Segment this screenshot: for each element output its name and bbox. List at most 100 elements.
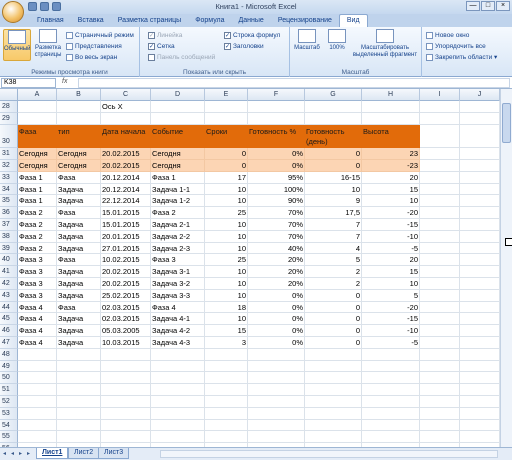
office-button[interactable] bbox=[2, 1, 24, 23]
cell[interactable] bbox=[460, 301, 500, 314]
cell[interactable] bbox=[151, 348, 205, 361]
cell[interactable]: 40% bbox=[248, 242, 305, 255]
cell[interactable] bbox=[420, 289, 460, 302]
cell[interactable]: 02.03.2015 bbox=[101, 301, 151, 314]
cell[interactable] bbox=[460, 112, 500, 125]
cell[interactable]: Задача 2-3 bbox=[151, 242, 205, 255]
cell[interactable]: Фаза 2 bbox=[18, 242, 57, 255]
cell[interactable]: 16-15 bbox=[305, 171, 362, 184]
cell[interactable]: 5 bbox=[305, 254, 362, 267]
column-header-B[interactable]: B bbox=[57, 89, 101, 101]
cell[interactable] bbox=[420, 407, 460, 420]
cell[interactable] bbox=[420, 124, 460, 149]
select-all-corner[interactable] bbox=[0, 89, 18, 101]
cell[interactable]: 15 bbox=[205, 325, 248, 337]
cell[interactable]: Фаза bbox=[57, 301, 101, 314]
function-icon[interactable]: fx bbox=[62, 78, 67, 85]
cell[interactable]: Фаза 4 bbox=[18, 313, 57, 326]
cell[interactable] bbox=[460, 337, 500, 349]
cell[interactable]: 17 bbox=[205, 171, 248, 184]
cell[interactable] bbox=[18, 396, 57, 408]
cell[interactable] bbox=[101, 348, 151, 361]
row-header[interactable]: 43 bbox=[0, 289, 18, 302]
cell[interactable]: 20.02.2015 bbox=[101, 266, 151, 278]
cell[interactable]: 0 bbox=[305, 337, 362, 349]
cell[interactable]: Фаза 2 bbox=[151, 207, 205, 219]
cell[interactable]: 0 bbox=[305, 160, 362, 172]
cell[interactable] bbox=[420, 419, 460, 432]
cell[interactable] bbox=[420, 171, 460, 184]
cell[interactable]: 10.02.2015 bbox=[101, 254, 151, 267]
cell[interactable] bbox=[362, 396, 420, 408]
cell[interactable] bbox=[362, 101, 420, 113]
cell[interactable] bbox=[420, 230, 460, 243]
tab-2[interactable]: Разметка страницы bbox=[111, 14, 189, 27]
cell[interactable] bbox=[18, 372, 57, 385]
row-header[interactable]: 41 bbox=[0, 266, 18, 278]
cell[interactable]: Фаза 3 bbox=[18, 266, 57, 278]
cell[interactable]: 25.02.2015 bbox=[101, 289, 151, 302]
cell[interactable] bbox=[460, 384, 500, 396]
cell[interactable]: 05.03.2005 bbox=[101, 325, 151, 337]
cell[interactable] bbox=[205, 431, 248, 444]
horizontal-scrollbar[interactable] bbox=[160, 450, 498, 458]
cell[interactable]: 20.12.2014 bbox=[101, 183, 151, 196]
cell[interactable] bbox=[248, 372, 305, 385]
row-header[interactable]: 46 bbox=[0, 325, 18, 337]
cell[interactable]: 20.02.2015 bbox=[101, 160, 151, 172]
cell[interactable] bbox=[18, 384, 57, 396]
tab-3[interactable]: Формула bbox=[188, 14, 231, 27]
cell[interactable] bbox=[460, 101, 500, 113]
cell[interactable]: 18 bbox=[205, 301, 248, 314]
cell[interactable] bbox=[305, 384, 362, 396]
sheet-tab-1[interactable]: Лист1 bbox=[36, 448, 69, 459]
cell[interactable]: 4 bbox=[305, 242, 362, 255]
cell[interactable] bbox=[420, 396, 460, 408]
cell[interactable] bbox=[151, 101, 205, 113]
cell[interactable] bbox=[420, 278, 460, 290]
cell[interactable]: Задача bbox=[57, 313, 101, 326]
cell[interactable] bbox=[205, 419, 248, 432]
cell[interactable] bbox=[151, 372, 205, 385]
presentations-button[interactable]: Представления bbox=[66, 41, 122, 51]
cell[interactable] bbox=[460, 266, 500, 278]
row-header[interactable]: 55 bbox=[0, 431, 18, 444]
cell[interactable]: -15 bbox=[362, 313, 420, 326]
cell[interactable]: 0% bbox=[248, 337, 305, 349]
prev-sheet-icon[interactable]: ◂ bbox=[11, 450, 14, 457]
cell[interactable]: Готовность (день) bbox=[305, 124, 362, 149]
cell[interactable]: 20.02.2015 bbox=[101, 278, 151, 290]
first-sheet-icon[interactable]: ◂ bbox=[3, 450, 6, 457]
row-header[interactable]: 48 bbox=[0, 348, 18, 361]
cell[interactable]: 0 bbox=[305, 301, 362, 314]
cell[interactable] bbox=[101, 431, 151, 444]
cell[interactable]: Фаза 2 bbox=[18, 230, 57, 243]
cell[interactable]: Задача 3-2 bbox=[151, 278, 205, 290]
row-header[interactable]: 33 bbox=[0, 171, 18, 184]
close-button[interactable]: × bbox=[496, 1, 510, 11]
zoom-100-button[interactable]: 100% bbox=[324, 29, 350, 61]
cell[interactable] bbox=[420, 242, 460, 255]
column-header-D[interactable]: D bbox=[151, 89, 205, 101]
vertical-scrollbar[interactable] bbox=[500, 89, 512, 447]
cell[interactable]: Сегодня bbox=[151, 160, 205, 172]
cell[interactable]: Фаза 3 bbox=[18, 289, 57, 302]
cell[interactable]: 20% bbox=[248, 266, 305, 278]
arrange-all-button[interactable]: Упорядочить все bbox=[426, 41, 486, 51]
headings-checkbox[interactable]: ✓ Заголовки bbox=[224, 41, 264, 51]
cell[interactable] bbox=[420, 313, 460, 326]
cell[interactable] bbox=[151, 112, 205, 125]
cell[interactable] bbox=[305, 101, 362, 113]
cell[interactable]: 7 bbox=[305, 230, 362, 243]
name-box[interactable]: K38 bbox=[1, 78, 56, 88]
full-screen-button[interactable]: Во весь экран bbox=[66, 52, 117, 62]
cell[interactable]: Фаза 2 bbox=[18, 219, 57, 231]
cell[interactable] bbox=[205, 372, 248, 385]
cell[interactable]: 70% bbox=[248, 207, 305, 219]
column-header-F[interactable]: F bbox=[248, 89, 305, 101]
cell[interactable]: Задача 2-2 bbox=[151, 230, 205, 243]
row-header[interactable]: 50 bbox=[0, 372, 18, 385]
cell[interactable]: -20 bbox=[362, 207, 420, 219]
cell[interactable] bbox=[101, 384, 151, 396]
row-header[interactable]: 38 bbox=[0, 230, 18, 243]
